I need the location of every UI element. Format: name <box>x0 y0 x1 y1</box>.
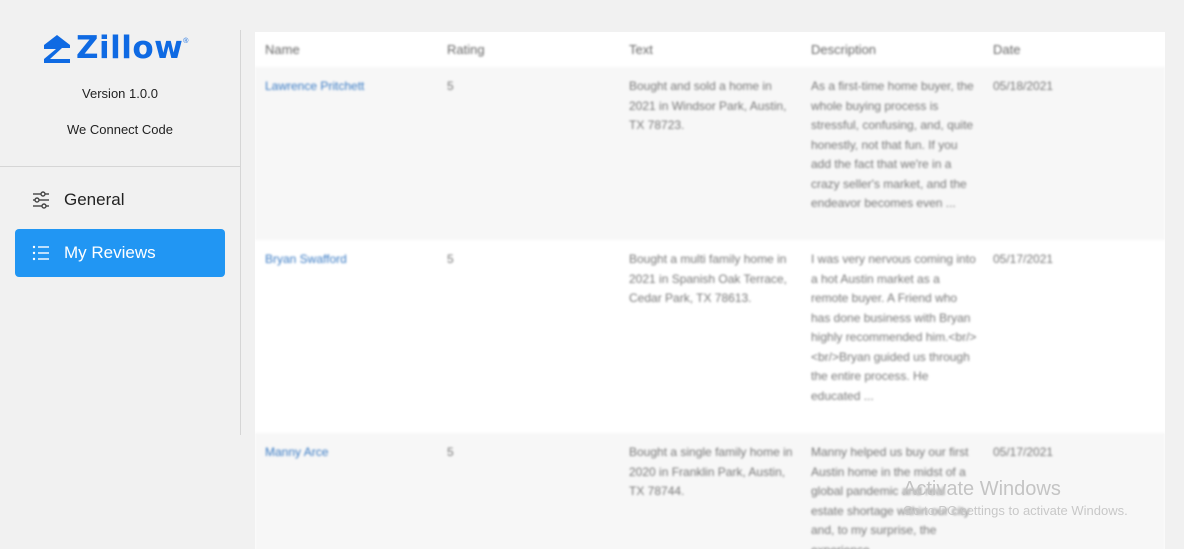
sidebar-border <box>240 30 241 435</box>
text-cell: Bought a multi family home in 2021 in Sp… <box>629 252 787 305</box>
reviews-table: Name Rating Text Description Date Lawren… <box>255 32 1165 549</box>
sidebar-item-my-reviews[interactable]: My Reviews <box>15 229 225 277</box>
sidebar-item-label: My Reviews <box>64 243 156 262</box>
sidebar-item-label: General <box>64 190 125 209</box>
column-header-rating[interactable]: Rating <box>447 42 485 57</box>
activate-windows-title: Activate Windows <box>903 478 1061 500</box>
rating-cell: 5 <box>447 445 454 459</box>
logo-text: Zillow <box>76 30 184 66</box>
list-icon <box>30 242 52 264</box>
rating-cell: 5 <box>447 252 454 266</box>
sidebar-item-general[interactable]: General <box>15 176 225 224</box>
zillow-logo: Zillow ® <box>42 28 188 68</box>
rating-cell: 5 <box>447 79 454 93</box>
date-cell: 05/18/2021 <box>993 79 1054 93</box>
activate-windows-subtitle: Go to PC settings to activate Windows. <box>903 503 1128 518</box>
date-cell: 05/17/2021 <box>993 445 1054 459</box>
description-cell: As a first-time home buyer, the whole bu… <box>811 79 974 210</box>
app-version: Version 1.0.0 <box>82 86 158 101</box>
text-cell: Bought and sold a home in 2021 in Windso… <box>629 79 787 132</box>
table-row[interactable]: Bryan Swafford 5 Bought a multi family h… <box>255 240 1165 433</box>
registered-mark: ® <box>183 38 189 45</box>
sidebar: Zillow ® Version 1.0.0 We Connect Code G… <box>0 0 240 549</box>
table-row[interactable]: Lawrence Pritchett 5 Bought and sold a h… <box>255 67 1165 240</box>
column-header-description[interactable]: Description <box>811 42 876 57</box>
sliders-icon <box>30 189 52 211</box>
reviewer-name-link[interactable]: Manny Arce <box>265 443 328 463</box>
table-header: Name Rating Text Description Date <box>255 32 1165 67</box>
description-cell: I was very nervous coming into a hot Aus… <box>811 252 977 403</box>
text-cell: Bought a single family home in 2020 in F… <box>629 445 793 498</box>
sidebar-divider <box>0 166 240 167</box>
column-header-text[interactable]: Text <box>629 42 653 57</box>
date-cell: 05/17/2021 <box>993 252 1054 266</box>
reviewer-name-link[interactable]: Bryan Swafford <box>265 250 347 270</box>
reviewer-name-link[interactable]: Lawrence Pritchett <box>265 77 364 97</box>
company-name: We Connect Code <box>67 122 173 137</box>
column-header-date[interactable]: Date <box>993 42 1020 57</box>
zillow-logo-icon <box>44 35 70 63</box>
column-header-name[interactable]: Name <box>265 42 300 57</box>
